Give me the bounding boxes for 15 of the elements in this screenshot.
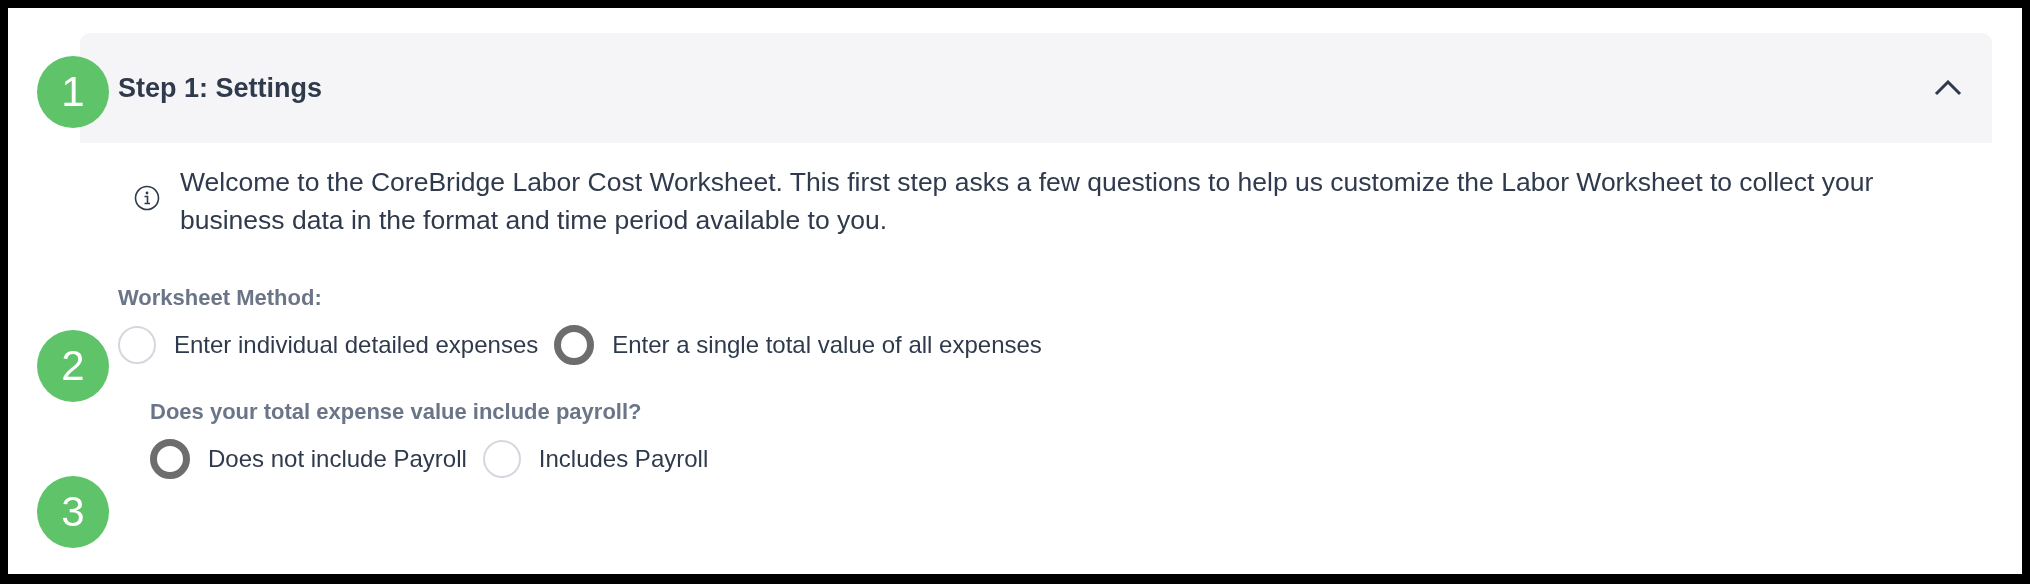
section-title: Step 1: Settings [118, 72, 323, 104]
step-marker: 3 [37, 476, 109, 548]
radio-option[interactable]: Enter individual detailed expenses [118, 326, 539, 364]
info-icon [134, 185, 160, 211]
radio-button[interactable] [554, 325, 595, 365]
chevron-icon[interactable] [1934, 80, 1962, 96]
info-text: Welcome to the CoreBridge Labor Cost Worksheet. This first step asks a few questions to help us customize the Labor Worksheet to collect your business data in the format and time period available to you. [180, 166, 1875, 237]
question-label: Does your total expense value include payroll? [150, 399, 643, 425]
radio-option[interactable]: Does not include Payroll [150, 439, 467, 479]
question-label: Worksheet Method: [118, 285, 323, 311]
step-marker: 2 [37, 330, 109, 402]
radio-option[interactable]: Enter a single total value of all expenses [554, 325, 1042, 365]
radio-option[interactable]: Includes Payroll [482, 440, 709, 478]
step-marker: 1 [37, 56, 109, 128]
radio-button[interactable] [150, 439, 190, 479]
